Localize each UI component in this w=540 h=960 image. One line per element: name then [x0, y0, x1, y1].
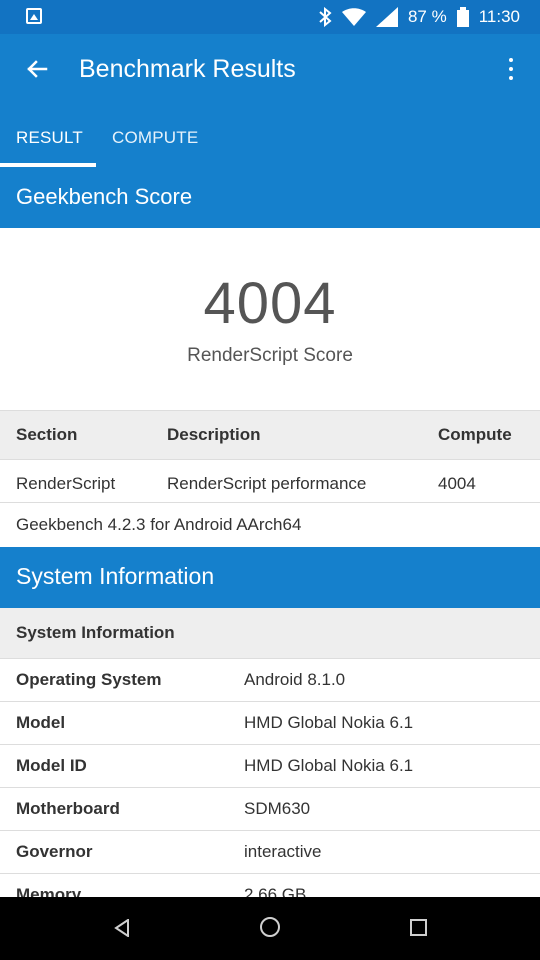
- tab-result[interactable]: RESULT: [16, 128, 83, 148]
- description-cell: RenderScript performance: [167, 474, 367, 493]
- geekbench-score-header: Geekbench Score: [0, 168, 540, 228]
- battery-icon: [456, 7, 469, 27]
- info-key: Model: [16, 713, 66, 732]
- battery-percent: 87 %: [407, 7, 447, 26]
- compute-cell: 4004: [438, 474, 476, 493]
- section-column-header: Section: [16, 425, 78, 444]
- info-value: Android 8.1.0: [244, 670, 346, 689]
- status-icons: 87 % 11:30: [318, 5, 520, 29]
- system-information-subheader: System Information: [0, 608, 540, 659]
- arrow-left-icon[interactable]: [22, 54, 52, 84]
- list-item: Motherboard SDM630: [0, 788, 540, 831]
- wifi-icon: [341, 8, 366, 26]
- info-value: SDM630: [244, 799, 311, 818]
- score-panel: 4004 RenderScript Score: [0, 228, 540, 410]
- info-value: HMD Global Nokia 6.1: [244, 713, 414, 732]
- cellular-signal-icon: [375, 7, 398, 27]
- benchmark-score: 4004: [203, 271, 337, 336]
- home-circle-icon[interactable]: [260, 917, 280, 937]
- version-text: Geekbench 4.2.3 for Android AArch64: [0, 503, 540, 547]
- recents-square-icon[interactable]: [410, 919, 427, 936]
- section-cell: RenderScript: [16, 474, 116, 493]
- page-title: Benchmark Results: [79, 55, 296, 83]
- clock: 11:30: [478, 7, 520, 26]
- navigation-bar: [0, 897, 540, 960]
- info-value: interactive: [244, 842, 322, 861]
- info-key: Motherboard: [16, 799, 120, 818]
- app-bar: Benchmark Results RESULT COMPUTE: [0, 34, 540, 168]
- image-icon: [26, 8, 42, 24]
- active-tab-indicator: [0, 163, 96, 167]
- results-table-header: Section Description Compute: [0, 410, 540, 460]
- status-bar: 87 % 11:30: [0, 0, 540, 34]
- info-key: Operating System: [16, 670, 162, 689]
- tab-compute[interactable]: COMPUTE: [112, 128, 198, 148]
- back-triangle-icon[interactable]: [113, 919, 131, 937]
- system-information-header: System Information: [0, 547, 540, 608]
- info-key: Governor: [16, 842, 93, 861]
- table-row: RenderScript RenderScript performance 40…: [0, 460, 540, 503]
- list-item: Governor interactive: [0, 831, 540, 874]
- list-item: Model HMD Global Nokia 6.1: [0, 702, 540, 745]
- description-column-header: Description: [167, 425, 261, 444]
- info-value: HMD Global Nokia 6.1: [244, 756, 414, 775]
- list-item: Operating System Android 8.1.0: [0, 659, 540, 702]
- list-item: Model ID HMD Global Nokia 6.1: [0, 745, 540, 788]
- more-vertical-icon[interactable]: [504, 54, 518, 84]
- bluetooth-icon: [319, 7, 332, 27]
- info-key: Model ID: [16, 756, 87, 775]
- compute-column-header: Compute: [438, 425, 512, 444]
- score-label: RenderScript Score: [187, 345, 353, 366]
